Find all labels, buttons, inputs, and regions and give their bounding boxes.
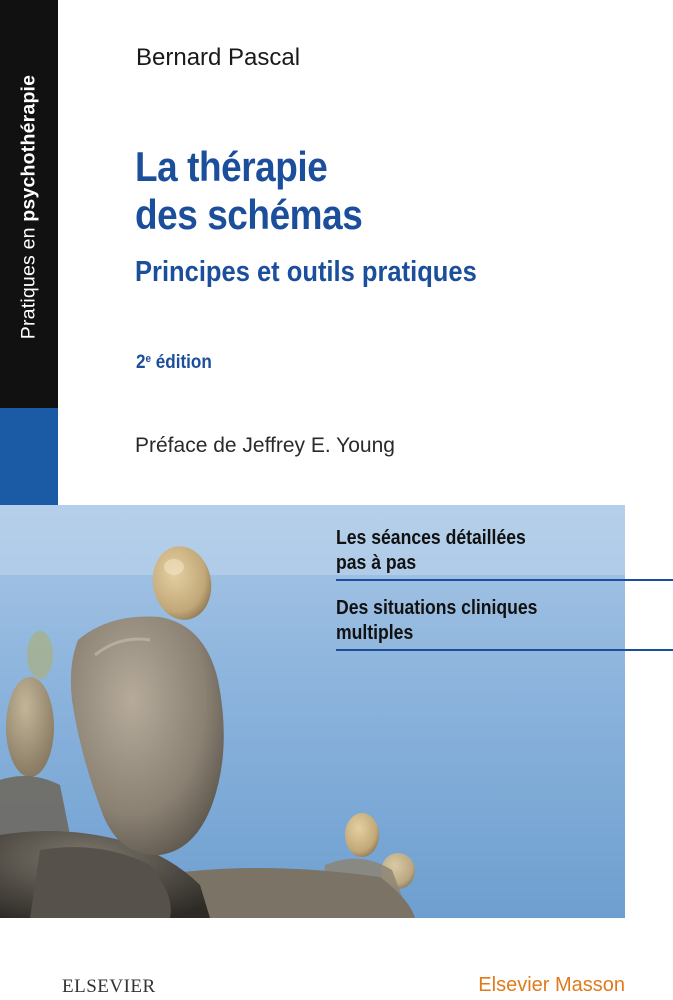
highlight-1-line-2: pas à pas <box>336 552 417 574</box>
edition-text: édition <box>151 352 212 373</box>
highlight-1-line-1: Les séances détaillées <box>336 527 526 549</box>
highlight-2-line-1: Des situations cliniques <box>336 597 538 619</box>
title-line-2: des schémas <box>135 191 363 238</box>
edition-number: 2 <box>136 352 146 373</box>
edition-label: 2e édition <box>136 352 212 374</box>
series-band-accent <box>0 408 58 505</box>
series-prefix: Pratiques en <box>17 221 40 340</box>
book-subtitle: Principes et outils pratiques <box>135 256 477 288</box>
highlight-2-line-2: multiples <box>336 622 414 644</box>
highlight-clinical-situations: Des situations cliniques multiples <box>336 596 673 652</box>
series-name: psychothérapie <box>17 74 40 222</box>
title-line-1: La thérapie <box>135 143 328 190</box>
preface-credit: Préface de Jeffrey E. Young <box>135 434 395 457</box>
book-cover: Pratiques en psychothérapie Bernard Pasc… <box>0 0 673 1000</box>
series-title: Pratiques en psychothérapie <box>18 75 41 339</box>
highlight-divider <box>336 649 673 651</box>
book-title: La thérapie des schémas <box>135 143 593 239</box>
author-name: Bernard Pascal <box>136 44 301 71</box>
highlight-sessions: Les séances détaillées pas à pas <box>336 526 673 582</box>
publisher-logo-elsevier: ELSEVIER <box>62 976 156 997</box>
highlight-divider <box>336 579 673 581</box>
publisher-logo-elsevier-masson: Elsevier Masson <box>478 974 625 996</box>
